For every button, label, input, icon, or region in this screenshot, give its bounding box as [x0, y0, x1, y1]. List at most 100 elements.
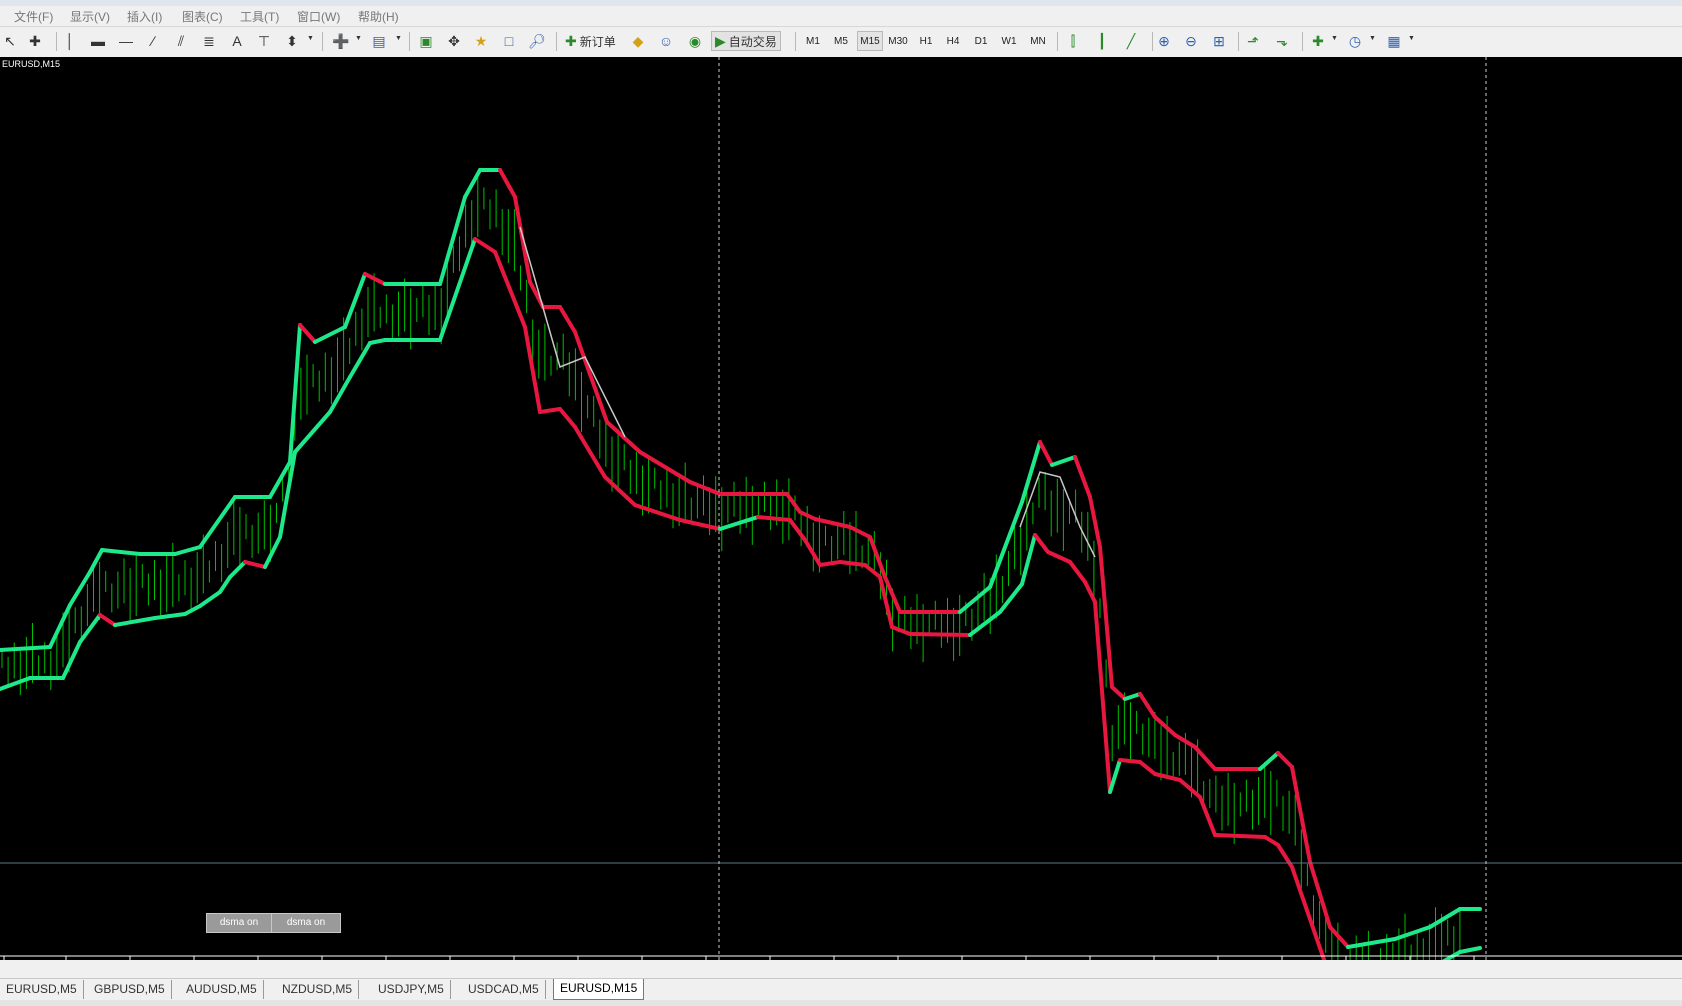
- zoom-out-icon[interactable]: ⊖: [1181, 31, 1201, 51]
- timeframe-m15[interactable]: M15: [857, 31, 883, 51]
- toolbar-separator: [1152, 32, 1153, 51]
- dsma-upper-line: [88, 548, 104, 574]
- radio-icon[interactable]: ◉: [685, 31, 705, 51]
- new-chart-icon[interactable]: ➕: [331, 31, 351, 51]
- toolbar-separator: [56, 32, 57, 51]
- chevron-down-icon[interactable]: ▼: [395, 35, 402, 42]
- horizontal-line-icon[interactable]: —: [116, 31, 136, 51]
- timeframe-mn[interactable]: MN: [1027, 31, 1049, 51]
- timeframe-h1[interactable]: H1: [916, 31, 936, 51]
- toolbar-separator: [409, 32, 410, 51]
- dsma-upper-line: [1276, 751, 1294, 769]
- toolbar-separator: [322, 32, 323, 51]
- menu-tools[interactable]: 工具(T): [240, 8, 279, 25]
- dsma-lower-line: [78, 613, 102, 644]
- autoscroll-icon[interactable]: ⬏: [1243, 31, 1263, 51]
- menu-insert[interactable]: 插入(I): [127, 8, 162, 25]
- gold-bar-icon[interactable]: ◆: [628, 31, 648, 51]
- chart-shift-icon[interactable]: ⬎: [1272, 31, 1292, 51]
- timeframe-w1[interactable]: W1: [999, 31, 1019, 51]
- chevron-down-icon[interactable]: ▼: [1331, 35, 1338, 42]
- profiles-icon[interactable]: ▤: [369, 31, 389, 51]
- tab-usdcad-m5[interactable]: USDCAD,M5: [462, 980, 546, 999]
- dsma-upper-line: [513, 195, 532, 284]
- new-order-button[interactable]: ✚ 新订单: [562, 31, 619, 51]
- chevron-down-icon[interactable]: ▼: [1369, 35, 1376, 42]
- tab-audusd-m5[interactable]: AUDUSD,M5: [180, 980, 264, 999]
- menu-help[interactable]: 帮助(H): [358, 8, 399, 25]
- dsma-toggle-button-2[interactable]: dsma on: [271, 913, 341, 933]
- dsma-upper-line: [48, 603, 72, 649]
- menu-window[interactable]: 窗口(W): [297, 8, 340, 25]
- dsma-upper-line: [1123, 692, 1142, 701]
- dsma-upper-line: [363, 272, 387, 286]
- line-chart-icon[interactable]: ╱: [1121, 31, 1141, 51]
- favorites-icon[interactable]: ★: [471, 31, 491, 51]
- trendline-icon[interactable]: ∕: [143, 31, 163, 51]
- toolbar-separator: [556, 32, 557, 51]
- chevron-down-icon[interactable]: ▼: [307, 35, 314, 42]
- auto-trading-button[interactable]: ▶ 自动交易: [711, 31, 781, 51]
- vertical-line-icon[interactable]: │: [60, 31, 80, 51]
- signals-icon[interactable]: ☺: [656, 31, 676, 51]
- terminal-icon[interactable]: □: [499, 31, 519, 51]
- dsma-lower-line: [183, 604, 202, 616]
- menu-charts[interactable]: 图表(C): [182, 8, 223, 25]
- tile-windows-icon[interactable]: ⊞: [1209, 31, 1229, 51]
- tab-eurusd-m15[interactable]: EURUSD,M15: [553, 979, 645, 1000]
- text-label-icon[interactable]: ⊤: [254, 31, 274, 51]
- dsma-lower-line: [863, 563, 882, 579]
- timeframe-m1[interactable]: M1: [803, 31, 823, 51]
- bar-chart-icon[interactable]: ⫿: [1063, 31, 1083, 51]
- dsma-upper-line: [100, 548, 142, 556]
- chevron-down-icon[interactable]: ▼: [1408, 35, 1415, 42]
- dsma-lower-line: [1263, 835, 1280, 847]
- dsma-lower-line: [1138, 760, 1157, 776]
- timeframe-d1[interactable]: D1: [971, 31, 991, 51]
- crosshair-icon[interactable]: ✚: [25, 31, 45, 51]
- price-chart[interactable]: 8 Feb 20239 Feb 03:159 Feb 05:159 Feb 07…: [0, 57, 1682, 960]
- indicators-icon[interactable]: ✚: [1308, 31, 1328, 51]
- tab-eurusd-m5[interactable]: EURUSD,M5: [0, 980, 84, 999]
- rectangle-icon[interactable]: ▬: [88, 31, 108, 51]
- dsma-upper-line: [638, 450, 692, 484]
- dsma-toggle-button[interactable]: dsma on: [206, 913, 272, 933]
- market-watch-icon[interactable]: ▣: [416, 31, 436, 51]
- tester-icon[interactable]: 🔎︎: [527, 31, 547, 51]
- text-icon[interactable]: A: [227, 31, 247, 51]
- toolbar-separator: [1302, 32, 1303, 51]
- chart-window[interactable]: 8 Feb 20239 Feb 03:159 Feb 05:159 Feb 07…: [0, 57, 1682, 960]
- channel-icon[interactable]: ⫽: [171, 31, 191, 51]
- dsma-lower-line: [538, 407, 562, 414]
- timeframe-h4[interactable]: H4: [943, 31, 963, 51]
- dsma-lower-line: [1046, 550, 1072, 564]
- dsma-lower-line: [1033, 533, 1050, 554]
- tab-gbpusd-m5[interactable]: GBPUSD,M5: [88, 980, 172, 999]
- dsma-lower-line: [1458, 946, 1482, 954]
- menu-view[interactable]: 显示(V): [70, 8, 110, 25]
- dsma-upper-line: [313, 325, 347, 344]
- chevron-down-icon[interactable]: ▼: [355, 35, 362, 42]
- timeframe-m5[interactable]: M5: [831, 31, 851, 51]
- arrows-icon[interactable]: ⬍: [282, 31, 302, 51]
- tab-nzdusd-m5[interactable]: NZDUSD,M5: [276, 980, 360, 999]
- dsma-upper-line: [573, 330, 609, 424]
- navigator-icon[interactable]: ✥: [444, 31, 464, 51]
- dsma-lower-line: [838, 560, 867, 567]
- dsma-upper-line: [988, 500, 1024, 589]
- dsma-upper-line: [1073, 455, 1092, 499]
- dsma-lower-line: [1213, 833, 1267, 839]
- dsma-upper-line: [1393, 925, 1432, 941]
- timeframe-m30[interactable]: M30: [887, 31, 909, 51]
- zoom-in-icon[interactable]: ⊕: [1154, 31, 1174, 51]
- dsma-lower-line: [908, 632, 972, 637]
- candlestick-icon[interactable]: ┃: [1092, 31, 1112, 51]
- cursor-icon[interactable]: ↖: [0, 31, 20, 51]
- menu-file[interactable]: 文件(F): [14, 8, 53, 25]
- templates-icon[interactable]: ▦: [1384, 31, 1404, 51]
- tab-usdjpy-m5[interactable]: USDJPY,M5: [372, 980, 451, 999]
- dsma-lower-line: [153, 612, 187, 620]
- periods-clock-icon[interactable]: ◷: [1345, 31, 1365, 51]
- fibonacci-icon[interactable]: ≣: [199, 31, 219, 51]
- dsma-lower-line: [558, 407, 577, 429]
